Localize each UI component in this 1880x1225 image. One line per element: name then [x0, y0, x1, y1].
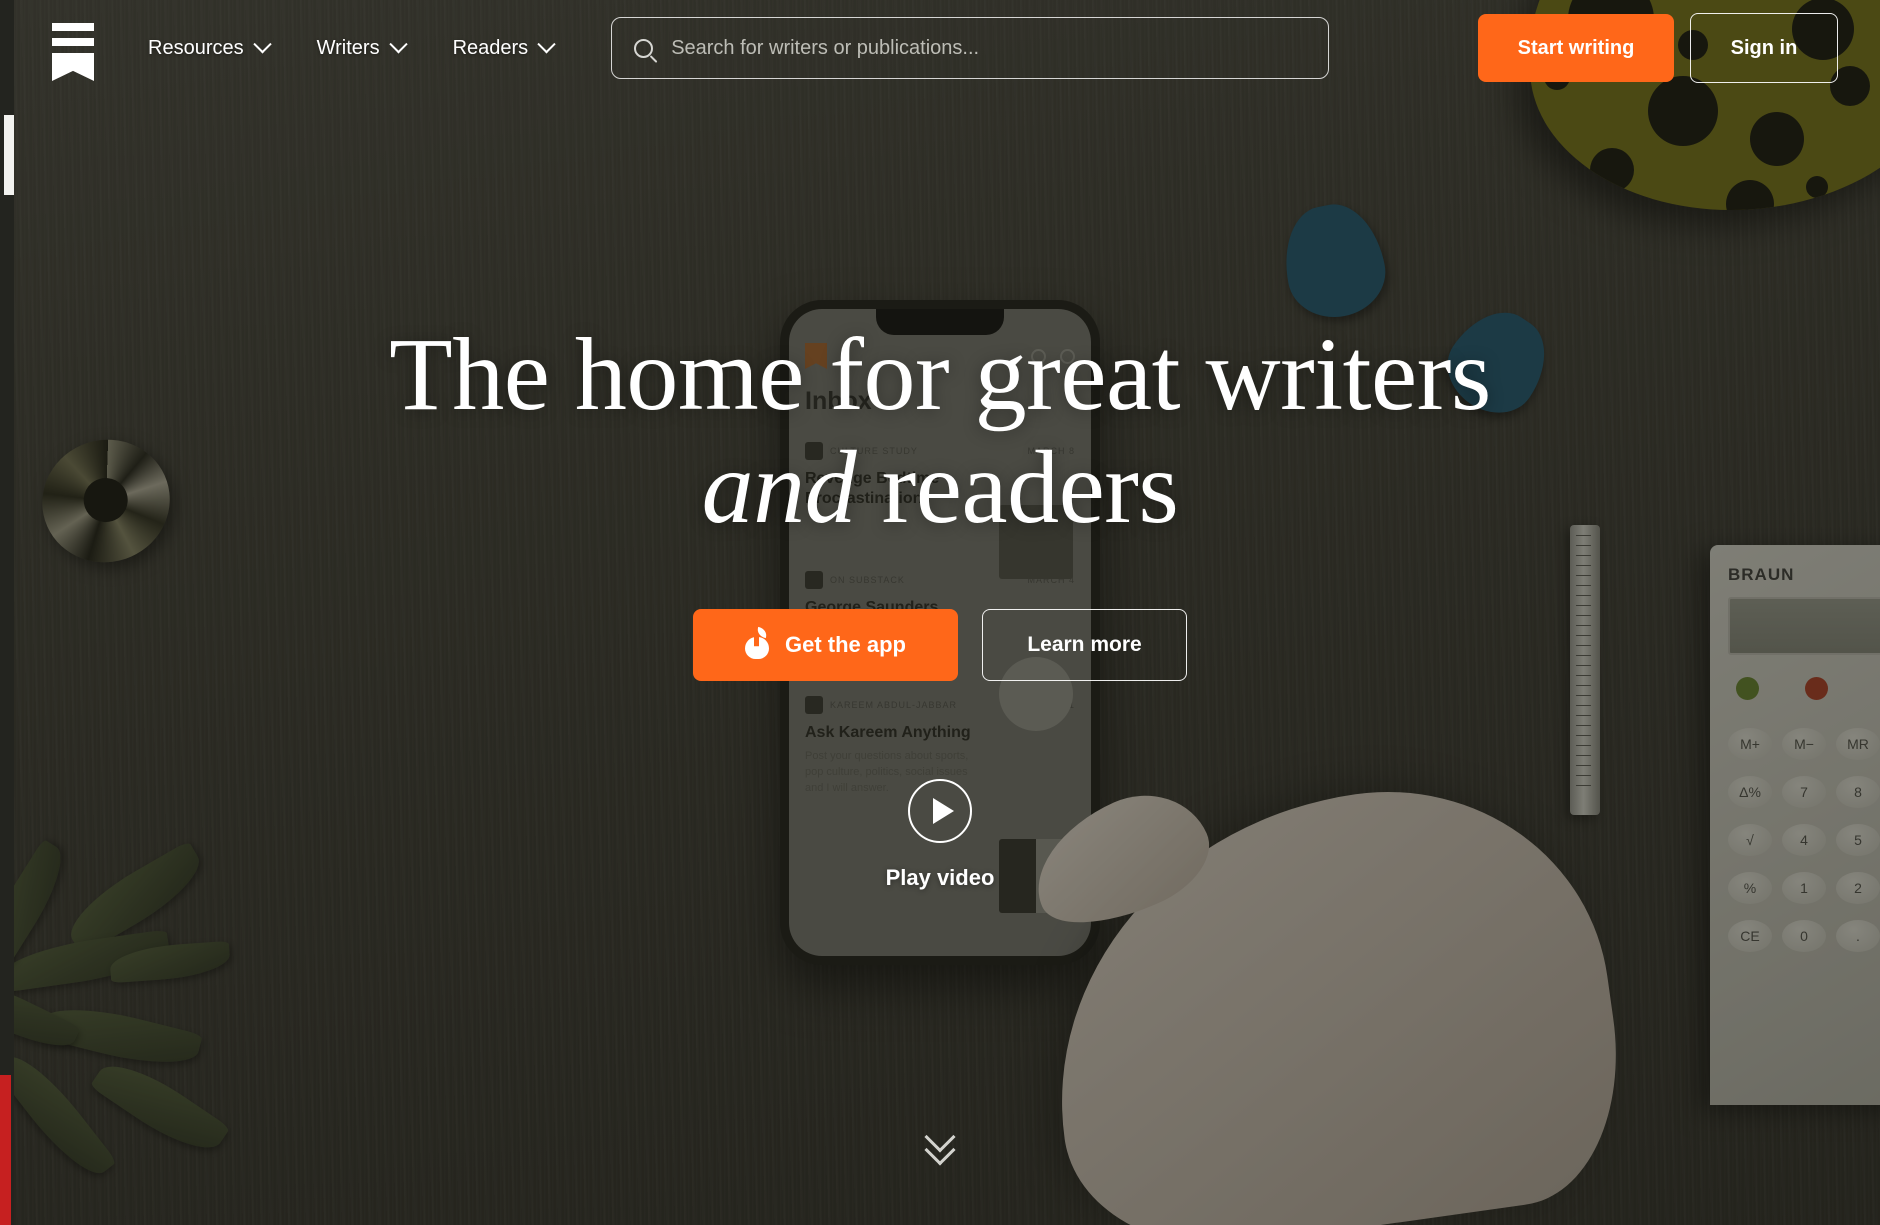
substack-bookmark-logo-icon[interactable]	[52, 23, 94, 81]
scroll-down-indicator[interactable]	[924, 1121, 956, 1166]
nav-item-label: Resources	[148, 36, 244, 59]
sign-in-button[interactable]: Sign in	[1690, 13, 1838, 83]
chevron-down-icon	[537, 34, 556, 53]
nav-action-buttons: Start writing Sign in	[1478, 13, 1838, 83]
search-bar[interactable]	[611, 17, 1330, 79]
apple-logo-icon	[744, 626, 769, 659]
page-title: The home for great writers and readers	[350, 318, 1530, 545]
learn-more-button[interactable]: Learn more	[982, 608, 1187, 681]
play-triangle-icon	[908, 778, 972, 843]
play-video-label: Play video	[885, 864, 995, 890]
nav-item-readers[interactable]: Readers	[452, 34, 556, 60]
chevron-down-icon	[252, 34, 272, 53]
left-edge-app-strip[interactable]	[0, 0, 14, 1225]
start-writing-button[interactable]: Start writing	[1478, 14, 1674, 82]
edge-strip-white-indicator	[4, 115, 14, 195]
nav-links: Resources Writers Readers	[148, 34, 556, 60]
get-the-app-label: Get the app	[784, 631, 906, 657]
hero-cta-group: Get the app Learn more	[693, 608, 1187, 681]
search-input[interactable]	[671, 36, 1307, 60]
nav-item-label: Writers	[316, 36, 380, 59]
headline-part1: The home for great writers	[389, 317, 1491, 432]
play-video-button[interactable]: Play video	[885, 778, 995, 891]
top-navigation-bar: Resources Writers Readers Start writing …	[0, 0, 1880, 96]
headline-emphasis: and	[701, 430, 857, 546]
nav-item-resources[interactable]: Resources	[148, 34, 272, 60]
chevron-down-icon	[388, 34, 408, 53]
edge-strip-red-indicator	[0, 1075, 11, 1225]
get-the-app-button[interactable]: Get the app	[693, 608, 958, 681]
search-icon	[634, 38, 654, 58]
nav-item-label: Readers	[452, 36, 529, 59]
nav-item-writers[interactable]: Writers	[316, 34, 408, 60]
headline-part2: readers	[856, 430, 1179, 546]
